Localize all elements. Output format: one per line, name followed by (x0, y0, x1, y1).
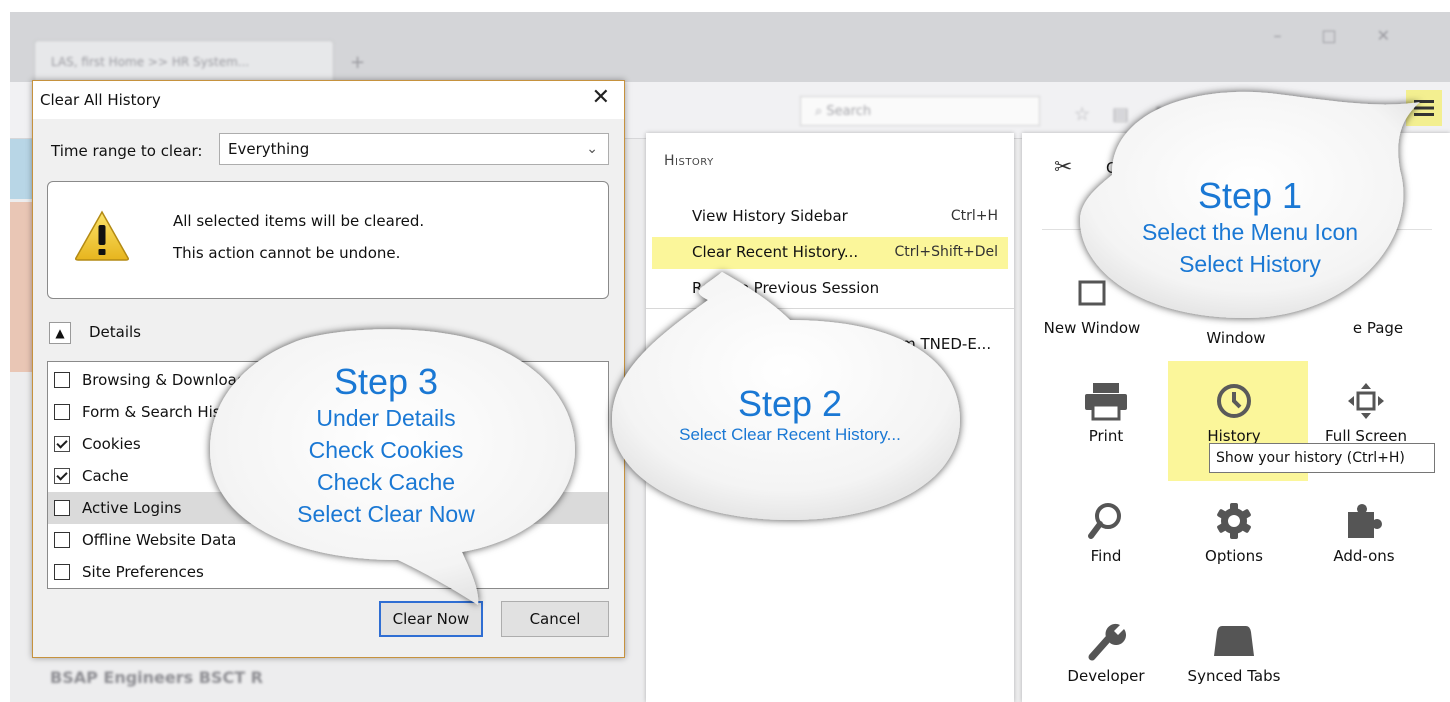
addons-tile[interactable]: Add-ons (1304, 499, 1424, 565)
dialog-title: Clear All History (40, 91, 161, 109)
details-toggle-button[interactable]: ▲ (49, 322, 71, 344)
tile-label: Window (1206, 329, 1266, 347)
checkbox-label: Active Logins (82, 499, 182, 517)
menu-divider (646, 308, 1014, 309)
toolbar-icons[interactable]: ☆▤⬇⌂⛊ (1074, 104, 1257, 125)
search-input[interactable]: ⌕ Search (800, 96, 1040, 126)
time-range-value: Everything (228, 140, 310, 158)
magnifier-icon (1046, 499, 1166, 543)
step3-line2: Check Cookies (308, 437, 464, 463)
tile-label: New Window (1043, 319, 1141, 337)
printer-icon (1046, 379, 1166, 423)
warning-triangle-icon (75, 210, 129, 261)
wrench-icon (1046, 619, 1166, 663)
menu-item-label: Restore Previous Session (692, 279, 880, 297)
warning-line-1: All selected items will be cleared. (173, 212, 425, 230)
tile-label: Options (1205, 547, 1263, 565)
checkbox-label: Form & Search History (82, 403, 251, 421)
time-range-label: Time range to clear: (51, 142, 203, 160)
scissors-icon[interactable]: ✂ (1054, 155, 1072, 180)
menu-item-label: Clear Recent History... (692, 243, 859, 261)
globe-icon (664, 333, 682, 351)
tile-label: Synced Tabs (1187, 667, 1281, 685)
checkbox[interactable] (54, 404, 70, 420)
menu-item-label: View History Sidebar (692, 207, 848, 225)
step2-text: Step 2 Select Clear Recent History... (620, 384, 960, 446)
gear-icon (1174, 499, 1294, 543)
new-tab-icon[interactable]: + (350, 52, 365, 73)
history-tooltip: Show your history (Ctrl+H) (1209, 443, 1435, 473)
tile-label: Print (1088, 427, 1124, 445)
warning-box: All selected items will be cleared. This… (47, 181, 609, 299)
list-item[interactable]: Site Preferences (48, 556, 608, 588)
step3-text: Step 3 Under Details Check Cookies Check… (236, 362, 536, 530)
page-blurred-text: BSAP Engineers BSCT R (50, 668, 263, 687)
private-window-tile[interactable]: Window (1176, 281, 1296, 347)
clock-icon (1174, 379, 1294, 423)
search-icon: ⌕ (815, 104, 827, 119)
print-tile[interactable]: Print (1046, 379, 1166, 445)
checkbox[interactable] (54, 532, 70, 548)
full-screen-tile[interactable]: Full Screen (1306, 379, 1426, 445)
recent-history-entry[interactable]: tem TNED-E... (886, 335, 991, 353)
step1-line2: Select History (1179, 251, 1321, 277)
checkbox-label: Cookies (82, 435, 141, 453)
checkbox-label: Site Preferences (82, 563, 204, 581)
checkbox[interactable] (54, 500, 70, 516)
developer-tile[interactable]: Developer (1046, 619, 1166, 685)
tile-label: e Page (1352, 319, 1404, 337)
fullscreen-arrows-icon (1306, 379, 1426, 423)
step1-line1: Select the Menu Icon (1141, 219, 1359, 245)
chevron-down-icon: ⌄ (586, 141, 598, 157)
tile-label: Add-ons (1333, 547, 1395, 565)
find-tile[interactable]: Find (1046, 499, 1166, 565)
history-tile[interactable]: History (1174, 379, 1294, 445)
warning-line-2: This action cannot be undone. (173, 244, 401, 262)
step3-line4: Select Clear Now (297, 501, 475, 527)
cut-label[interactable]: Cut (1106, 159, 1132, 177)
hamburger-menu-icon (1414, 100, 1434, 116)
synced-tabs-icon (1174, 619, 1294, 663)
new-window-tile[interactable]: New Window (1032, 271, 1152, 337)
step1-text: Step 1 Select the Menu Icon Select Histo… (1100, 176, 1400, 280)
checkbox[interactable] (54, 372, 70, 388)
menu-item-shortcut: Ctrl+Shift+Del (894, 244, 998, 260)
restore-previous-session-item[interactable]: Restore Previous Session (652, 273, 1008, 305)
checkbox[interactable] (54, 564, 70, 580)
clear-recent-history-item[interactable]: Clear Recent History... Ctrl+Shift+Del (652, 237, 1008, 269)
step3-line1: Under Details (316, 405, 456, 431)
step3-title: Step 3 (333, 361, 439, 402)
clear-now-button[interactable]: Clear Now (379, 601, 483, 637)
options-tile[interactable]: Options (1174, 499, 1294, 565)
details-label: Details (89, 323, 142, 341)
tile-label: Find (1090, 547, 1122, 565)
checkbox-label: Offline Website Data (82, 531, 237, 549)
window-controls[interactable]: –□✕ (1273, 26, 1430, 45)
history-heading: History (664, 153, 714, 169)
time-range-select[interactable]: Everything ⌄ (219, 133, 609, 165)
step1-title: Step 1 (1197, 175, 1303, 216)
tile-label: Developer (1067, 667, 1145, 685)
cancel-button[interactable]: Cancel (501, 601, 609, 637)
chevron-up-icon: ▲ (55, 326, 65, 340)
tile-icon-spacer (1176, 281, 1296, 325)
close-icon[interactable]: ✕ (592, 85, 610, 110)
view-history-sidebar-item[interactable]: View History Sidebar Ctrl+H (652, 201, 1008, 233)
checkbox-label: Cache (82, 467, 129, 485)
menu-button[interactable] (1406, 90, 1442, 126)
step2-title: Step 2 (737, 383, 843, 424)
search-placeholder: Search (826, 104, 872, 119)
step3-line3: Check Cache (316, 469, 456, 495)
menu-item-shortcut: Ctrl+H (950, 208, 998, 224)
checkbox[interactable] (54, 436, 70, 452)
step2-line1: Select Clear Recent History... (679, 425, 901, 444)
browser-tab[interactable]: LAS, first Home >> HR System... (34, 40, 334, 82)
puzzle-piece-icon (1304, 499, 1424, 543)
checkbox[interactable] (54, 468, 70, 484)
synced-tabs-tile[interactable]: Synced Tabs (1174, 619, 1294, 685)
save-page-tile[interactable]: e Page (1318, 271, 1438, 337)
